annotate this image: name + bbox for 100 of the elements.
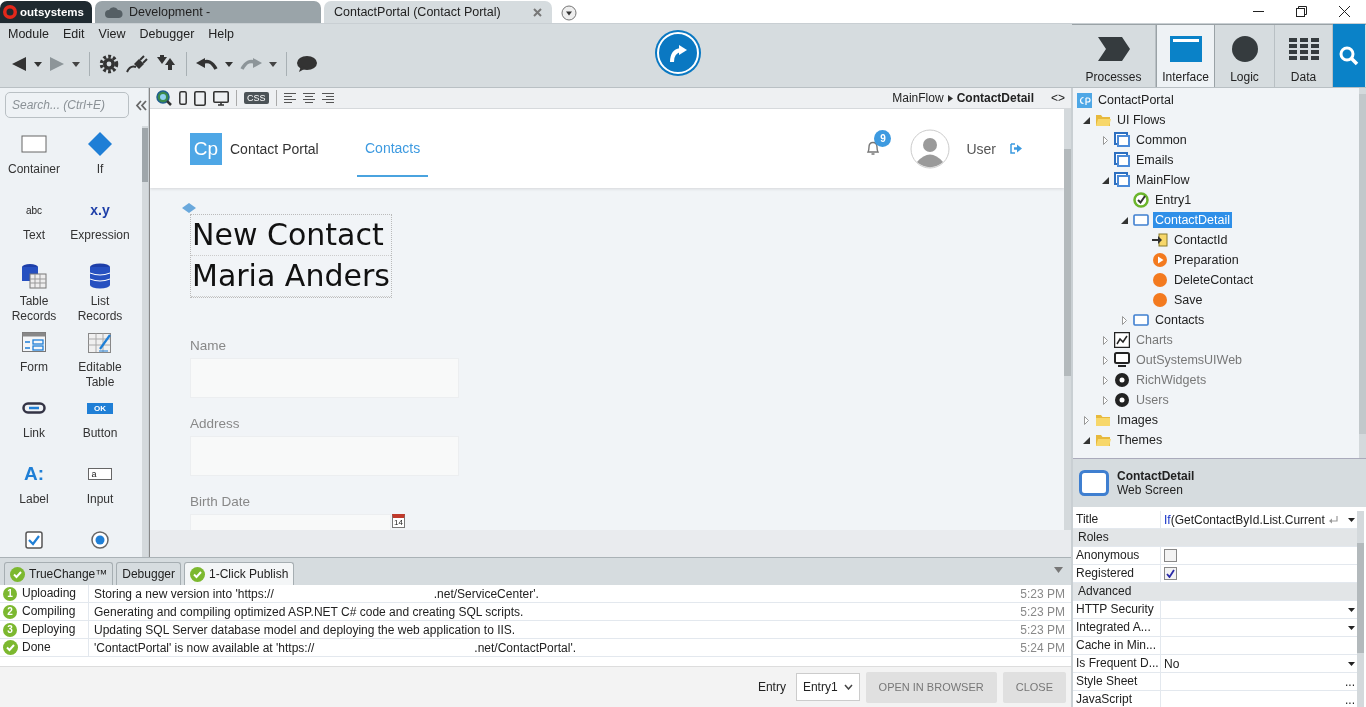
browse-button[interactable]: ... — [1345, 692, 1355, 707]
tree-item[interactable]: Emails — [1134, 152, 1176, 168]
collapsed-arrow-icon[interactable] — [1121, 315, 1127, 325]
tree-item[interactable]: DeleteContact — [1172, 272, 1256, 288]
tree-item[interactable]: UI Flows — [1115, 112, 1168, 128]
scrollbar-thumb[interactable] — [142, 128, 148, 182]
user-name[interactable]: User — [966, 140, 996, 157]
tree-item[interactable]: RichWidgets — [1134, 372, 1209, 388]
expanded-arrow-icon[interactable] — [1082, 116, 1090, 124]
widget-label[interactable]: Table Records — [1, 294, 67, 324]
back-icon[interactable] — [11, 56, 27, 72]
collapsed-arrow-icon[interactable] — [1102, 335, 1108, 345]
widget-label[interactable]: Label — [19, 492, 49, 507]
widget-label[interactable]: Container — [8, 162, 60, 177]
widget-handle-icon[interactable] — [182, 203, 196, 213]
desktop-icon[interactable] — [213, 90, 229, 106]
dropdown-field[interactable]: No — [1161, 655, 1359, 672]
widget-label[interactable]: Form — [20, 360, 48, 375]
widget-label[interactable]: Input — [86, 492, 114, 507]
scrollbar-thumb[interactable] — [1064, 149, 1071, 376]
tree-item[interactable]: MainFlow — [1134, 172, 1192, 188]
open-in-browser-button[interactable]: OPEN IN BROWSER — [865, 671, 997, 703]
menu-item[interactable]: Help — [201, 27, 242, 41]
tree-item[interactable]: Charts — [1134, 332, 1175, 348]
caret-icon[interactable] — [72, 61, 80, 67]
close-button[interactable]: CLOSE — [1002, 671, 1066, 703]
tree-item[interactable]: ContactId — [1172, 232, 1230, 248]
css-button[interactable]: CSS — [244, 92, 269, 104]
caret-icon[interactable] — [1348, 625, 1355, 630]
tablet-icon[interactable] — [194, 90, 206, 106]
restore-icon[interactable] — [1296, 6, 1307, 17]
expression-field[interactable]: If(GetContactById.List.Current — [1161, 511, 1359, 528]
align-left-icon[interactable] — [283, 92, 296, 104]
tree-item[interactable]: Entry1 — [1153, 192, 1194, 208]
menu-item[interactable]: Edit — [56, 27, 92, 41]
breadcrumb-item[interactable]: ContactDetail — [956, 91, 1034, 105]
caret-icon[interactable] — [34, 61, 42, 67]
document-tab[interactable]: outsystems — [0, 1, 92, 23]
close-icon[interactable] — [1339, 6, 1350, 17]
document-tab[interactable]: Development - — [95, 1, 321, 23]
panel-tab[interactable]: 1-Click Publish — [184, 562, 295, 585]
calendar-icon[interactable]: 14 — [392, 514, 405, 528]
bell-icon[interactable] — [866, 141, 881, 156]
preview-search-icon[interactable] — [156, 90, 172, 106]
caret-icon[interactable] — [225, 61, 233, 67]
tree-item[interactable]: Users — [1134, 392, 1171, 408]
multiline-icon[interactable] — [1329, 515, 1338, 524]
widget-label[interactable]: Link — [23, 426, 45, 441]
area-tab[interactable]: Processes — [1072, 25, 1156, 87]
search-button[interactable] — [1333, 24, 1365, 87]
document-tab[interactable]: ContactPortal (Contact Portal) — [324, 1, 552, 23]
browse-button[interactable]: ... — [1345, 674, 1355, 689]
align-center-icon[interactable] — [302, 92, 315, 104]
widget-label[interactable]: Button — [82, 426, 118, 441]
publish-button[interactable] — [657, 32, 699, 74]
collapsed-arrow-icon[interactable] — [1102, 395, 1108, 405]
tree-item[interactable]: OutSystemsUIWeb — [1134, 352, 1245, 368]
tree-item[interactable]: Preparation — [1172, 252, 1241, 268]
collapsed-arrow-icon[interactable] — [1102, 355, 1108, 365]
expanded-arrow-icon[interactable] — [1101, 176, 1109, 184]
panel-tab[interactable]: Debugger — [116, 562, 181, 585]
breadcrumb-item[interactable]: MainFlow — [892, 91, 944, 105]
panel-tab[interactable]: TrueChange™ — [4, 562, 114, 585]
widget-label[interactable]: If — [96, 162, 104, 177]
transfer-arrows-icon[interactable] — [155, 55, 177, 73]
tree-item[interactable]: Save — [1172, 292, 1205, 308]
dropdown-icon[interactable] — [561, 5, 577, 21]
collapsed-arrow-icon[interactable] — [1102, 375, 1108, 385]
widget-label[interactable]: List Records — [67, 294, 133, 324]
panel-menu-icon[interactable] — [1054, 567, 1063, 573]
widget-label[interactable]: Expression — [70, 228, 130, 243]
collapsed-arrow-icon[interactable] — [1083, 415, 1089, 425]
tree-item[interactable]: Contacts — [1153, 312, 1207, 328]
caret-icon[interactable] — [1348, 517, 1355, 522]
area-tab[interactable]: Interface — [1156, 25, 1215, 87]
caret-icon[interactable] — [269, 61, 277, 67]
expanded-arrow-icon[interactable] — [1082, 436, 1090, 444]
collapsed-arrow-icon[interactable] — [1102, 135, 1108, 145]
menu-item[interactable]: Debugger — [132, 27, 202, 41]
menu-item[interactable]: View — [91, 27, 133, 41]
caret-icon[interactable] — [1348, 661, 1355, 666]
scrollbar-thumb[interactable] — [1357, 543, 1364, 653]
tree-root[interactable]: ContactPortal — [1096, 92, 1176, 108]
tree-item[interactable]: Images — [1115, 412, 1160, 428]
settings-icon[interactable] — [99, 54, 119, 74]
checkbox[interactable] — [1164, 567, 1177, 580]
expanded-arrow-icon[interactable] — [1120, 216, 1128, 224]
align-right-icon[interactable] — [321, 92, 334, 104]
speech-bubble-icon[interactable] — [296, 55, 318, 73]
code-toggle[interactable]: <> — [1051, 91, 1065, 105]
search-field[interactable]: Search... (Ctrl+E) — [5, 92, 129, 118]
caret-icon[interactable] — [1348, 607, 1355, 612]
widget-label[interactable]: Editable Table — [67, 360, 133, 390]
avatar-icon[interactable] — [910, 128, 951, 169]
widget-label[interactable]: Text — [23, 228, 45, 243]
phone-icon[interactable] — [179, 91, 187, 105]
plug-icon[interactable] — [126, 55, 148, 73]
menu-item[interactable]: Module — [1, 27, 56, 41]
tree-item[interactable]: Common — [1134, 132, 1189, 148]
undo-icon[interactable] — [196, 56, 218, 72]
